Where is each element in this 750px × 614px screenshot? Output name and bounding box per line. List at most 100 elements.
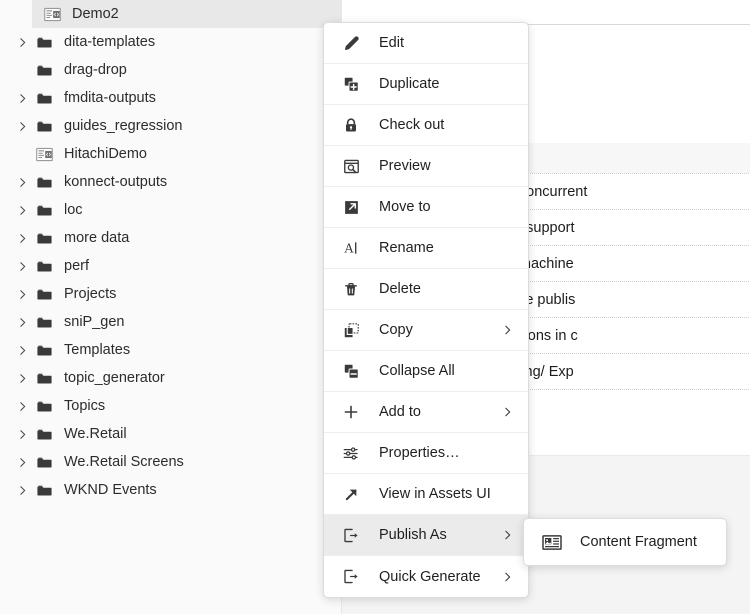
chevron-right-icon[interactable] [14,120,30,133]
menu-item-label: Delete [366,281,421,297]
menu-item-check-out[interactable]: Check out [324,105,528,146]
menu-item-delete[interactable]: Delete [324,269,528,310]
tree-item-label: Templates [58,342,130,358]
repository-tree-sidebar[interactable]: Demo2 dita-templates drag-drop fmdita-outpu… [0,0,341,614]
menu-item-publish-as[interactable]: Publish As [324,515,528,556]
folder-icon [30,314,58,331]
menu-item-copy[interactable]: Copy [324,310,528,351]
trash-icon [336,281,366,298]
tree-item-drag-drop[interactable]: drag-drop [0,56,341,84]
rename-icon: A [336,239,366,257]
chevron-right-icon[interactable] [14,316,30,329]
menu-item-rename[interactable]: A Rename [324,228,528,269]
menu-item-duplicate[interactable]: Duplicate [324,64,528,105]
menu-item-label: Add to [366,404,421,420]
chevron-right-icon[interactable] [14,456,30,469]
chevron-right-icon[interactable] [14,92,30,105]
chevron-right-icon [14,148,30,161]
chevron-right-icon[interactable] [14,372,30,385]
folder-icon [30,482,58,499]
tree-item-konnect-outputs[interactable]: konnect-outputs [0,168,341,196]
tree-item-label: dita-templates [58,34,155,50]
chevron-right-icon[interactable] [14,288,30,301]
tree-item-wknd-events[interactable]: WKND Events [0,476,341,504]
menu-item-label: Move to [366,199,431,215]
tree-item-snip-gen[interactable]: sniP_gen [0,308,341,336]
tree-item-templates[interactable]: Templates [0,336,341,364]
menu-item-collapse-all[interactable]: Collapse All [324,351,528,392]
tree-item-label: more data [58,230,129,246]
menu-item-label: Rename [366,240,434,256]
collapse-icon [336,363,366,380]
tree-item-guides-regression[interactable]: guides_regression [0,112,341,140]
folder-icon [30,398,58,415]
publish-as-submenu[interactable]: Content Fragment [523,518,727,566]
menu-item-label: Collapse All [366,363,455,379]
tree-item-hitachidemo[interactable]: HitachiDemo [0,140,341,168]
tree-item-label: perf [58,258,89,274]
tree-item-label: konnect-outputs [58,174,167,190]
tree-item-label: guides_regression [58,118,183,134]
submenu-item-content-fragment[interactable]: Content Fragment [524,519,726,565]
menu-item-add-to[interactable]: Add to [324,392,528,433]
tree-item-perf[interactable]: perf [0,252,341,280]
menu-item-view-in-assets-ui[interactable]: View in Assets UI [324,474,528,515]
app-root: Summary Summary Key Summary Disable mult… [0,0,750,614]
folder-icon [30,118,58,135]
tree-item-dita-templates[interactable]: dita-templates [0,28,341,56]
tree-item-label: fmdita-outputs [58,90,156,106]
folder-icon [30,370,58,387]
publish-icon [336,568,366,585]
dita-file-icon [30,147,58,162]
tree-item-projects[interactable]: Projects [0,280,341,308]
menu-item-preview[interactable]: Preview [324,146,528,187]
tree-item-label: Topics [58,398,105,414]
folder-icon [30,62,58,79]
chevron-right-icon[interactable] [14,484,30,497]
menu-item-edit[interactable]: Edit [324,23,528,64]
menu-item-label: Check out [366,117,444,133]
menu-item-properties[interactable]: Properties… [324,433,528,474]
tree-item-topics[interactable]: Topics [0,392,341,420]
lock-icon [336,117,366,134]
chevron-right-icon[interactable] [14,232,30,245]
folder-icon [30,90,58,107]
tree-item-label: HitachiDemo [58,146,147,162]
chevron-right-icon[interactable] [14,260,30,273]
tree-item-fmdita-outputs[interactable]: fmdita-outputs [0,84,341,112]
tree-item-loc[interactable]: loc [0,196,341,224]
chevron-right-icon[interactable] [14,428,30,441]
folder-icon [30,230,58,247]
tree-item-topic-generator[interactable]: topic_generator [0,364,341,392]
tree-item-we-retail[interactable]: We.Retail [0,420,341,448]
folder-icon [30,426,58,443]
tree-item-we-retail-screens[interactable]: We.Retail Screens [0,448,341,476]
chevron-right-icon[interactable] [14,400,30,413]
chevron-right-icon[interactable] [14,36,30,49]
tree-item-label: Projects [58,286,116,302]
tree-item-label: WKND Events [58,482,157,498]
dita-file-icon [38,7,66,22]
tree-item-label: We.Retail [58,426,127,442]
plus-icon [336,403,366,421]
menu-item-label: Quick Generate [366,569,481,585]
folder-icon [30,258,58,275]
tree-item-label: loc [58,202,83,218]
publish-icon [336,527,366,544]
tree-item-label: drag-drop [58,62,127,78]
tree-item-label: sniP_gen [58,314,124,330]
menu-item-quick-generate[interactable]: Quick Generate [324,556,528,597]
tree-item-more-data[interactable]: more data [0,224,341,252]
menu-item-move-to[interactable]: Move to [324,187,528,228]
context-menu[interactable]: EditDuplicate Check out Preview Move to A Ren… [323,22,529,598]
tree-item-demo2[interactable]: Demo2 [32,0,341,28]
chevron-right-icon[interactable] [14,204,30,217]
folder-icon [30,454,58,471]
chevron-right-icon[interactable] [14,344,30,357]
external-link-icon [336,486,366,503]
folder-icon [30,202,58,219]
svg-text:A: A [344,241,354,256]
menu-item-label: Preview [366,158,431,174]
pencil-icon [336,35,366,52]
chevron-right-icon[interactable] [14,176,30,189]
